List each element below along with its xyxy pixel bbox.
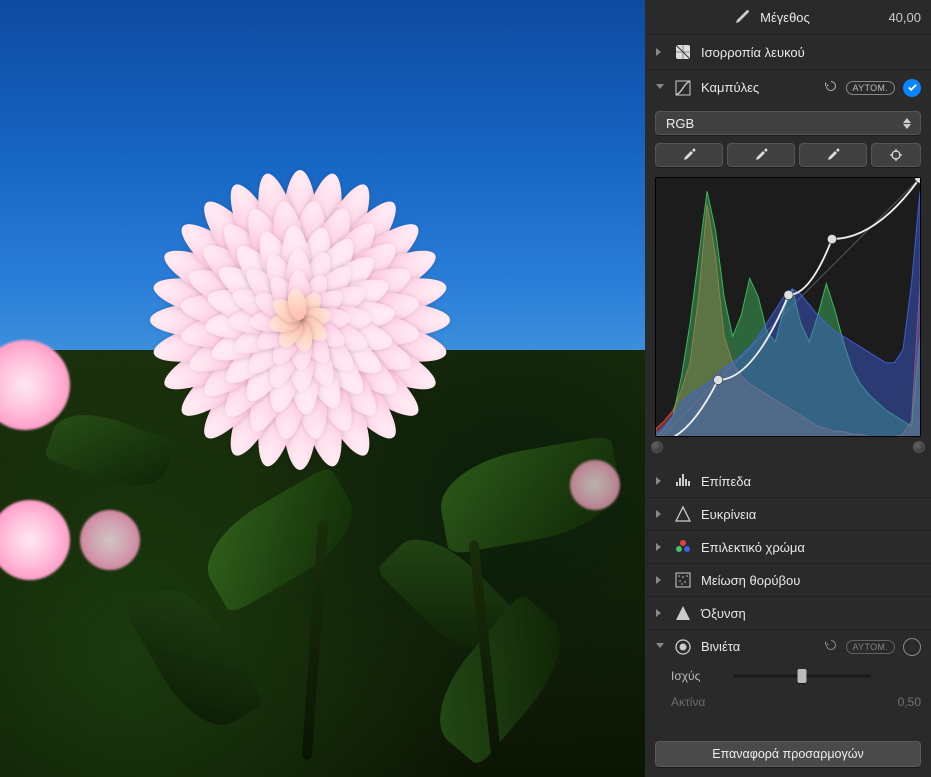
chevron-down-icon <box>655 642 665 652</box>
curves-label: Καμπύλες <box>701 80 816 95</box>
chevron-right-icon <box>655 542 665 552</box>
chevron-right-icon <box>655 509 665 519</box>
selective-color-row[interactable]: Επιλεκτικό χρώμα <box>645 531 931 564</box>
white-balance-icon <box>673 42 693 62</box>
curves-channel-row: RGB <box>645 105 931 139</box>
chevron-down-icon <box>655 83 665 93</box>
definition-row[interactable]: Ευκρίνεια <box>645 498 931 531</box>
gray-point-picker[interactable] <box>727 143 795 167</box>
sharpen-row[interactable]: Όξυνση <box>645 597 931 630</box>
reset-icon[interactable] <box>824 79 838 96</box>
size-value[interactable]: 40,00 <box>888 10 921 25</box>
black-clip-handle[interactable] <box>651 441 663 453</box>
levels-icon <box>673 471 693 491</box>
reset-icon[interactable] <box>824 638 838 655</box>
selective-color-label: Επιλεκτικό χρώμα <box>701 540 921 555</box>
vignette-radius-slider[interactable]: Ακτίνα 0,50 <box>645 689 931 715</box>
noise-reduction-row[interactable]: Μείωση θορύβου <box>645 564 931 597</box>
curves-icon <box>673 78 693 98</box>
curves-pickers-row <box>645 139 931 173</box>
channel-select-value: RGB <box>666 116 694 131</box>
vignette-label: Βινιέτα <box>701 639 816 654</box>
noise-reduction-label: Μείωση θορύβου <box>701 573 921 588</box>
levels-label: Επίπεδα <box>701 474 921 489</box>
white-point-picker[interactable] <box>799 143 867 167</box>
adjustments-sidebar: Μέγεθος 40,00 Ισορροπία λευκού Καμπύλες … <box>645 0 931 777</box>
size-label: Μέγεθος <box>760 10 880 25</box>
white-balance-row[interactable]: Ισορροπία λευκού <box>645 35 931 70</box>
auto-button[interactable]: ΑΥΤΟΜ. <box>846 81 895 95</box>
levels-row[interactable]: Επίπεδα <box>645 465 931 498</box>
reset-adjustments-button[interactable]: Επαναφορά προσαρμογών <box>655 741 921 767</box>
brush-icon <box>732 7 752 27</box>
selective-color-icon <box>673 537 693 557</box>
auto-button[interactable]: ΑΥΤΟΜ. <box>846 640 895 654</box>
chevron-right-icon <box>655 476 665 486</box>
curves-histogram-container <box>645 173 931 465</box>
vignette-strength-label: Ισχύς <box>671 669 727 683</box>
curves-histogram[interactable] <box>655 177 921 437</box>
vignette-enable-toggle[interactable] <box>903 638 921 656</box>
vignette-row[interactable]: Βινιέτα ΑΥΤΟΜ. <box>645 630 931 663</box>
black-point-picker[interactable] <box>655 143 723 167</box>
white-clip-handle[interactable] <box>913 441 925 453</box>
noise-reduction-icon <box>673 570 693 590</box>
chevron-right-icon <box>655 575 665 585</box>
definition-icon <box>673 504 693 524</box>
add-point-picker[interactable] <box>871 143 921 167</box>
reset-adjustments-label: Επαναφορά προσαρμογών <box>712 747 864 761</box>
image-canvas[interactable] <box>0 0 645 777</box>
definition-label: Ευκρίνεια <box>701 507 921 522</box>
chevron-right-icon <box>655 608 665 618</box>
vignette-radius-label: Ακτίνα <box>671 695 727 709</box>
channel-select[interactable]: RGB <box>655 111 921 135</box>
size-row: Μέγεθος 40,00 <box>645 0 931 35</box>
chevron-right-icon <box>655 47 665 57</box>
sharpen-label: Όξυνση <box>701 606 921 621</box>
curves-row[interactable]: Καμπύλες ΑΥΤΟΜ. <box>645 70 931 105</box>
vignette-icon <box>673 637 693 657</box>
vignette-radius-value: 0,50 <box>898 695 921 709</box>
select-arrows-icon <box>900 118 914 129</box>
white-balance-label: Ισορροπία λευκού <box>701 45 921 60</box>
sharpen-icon <box>673 603 693 623</box>
photo-preview <box>0 0 645 777</box>
vignette-strength-slider[interactable]: Ισχύς <box>645 663 931 689</box>
curves-enable-toggle[interactable] <box>903 79 921 97</box>
